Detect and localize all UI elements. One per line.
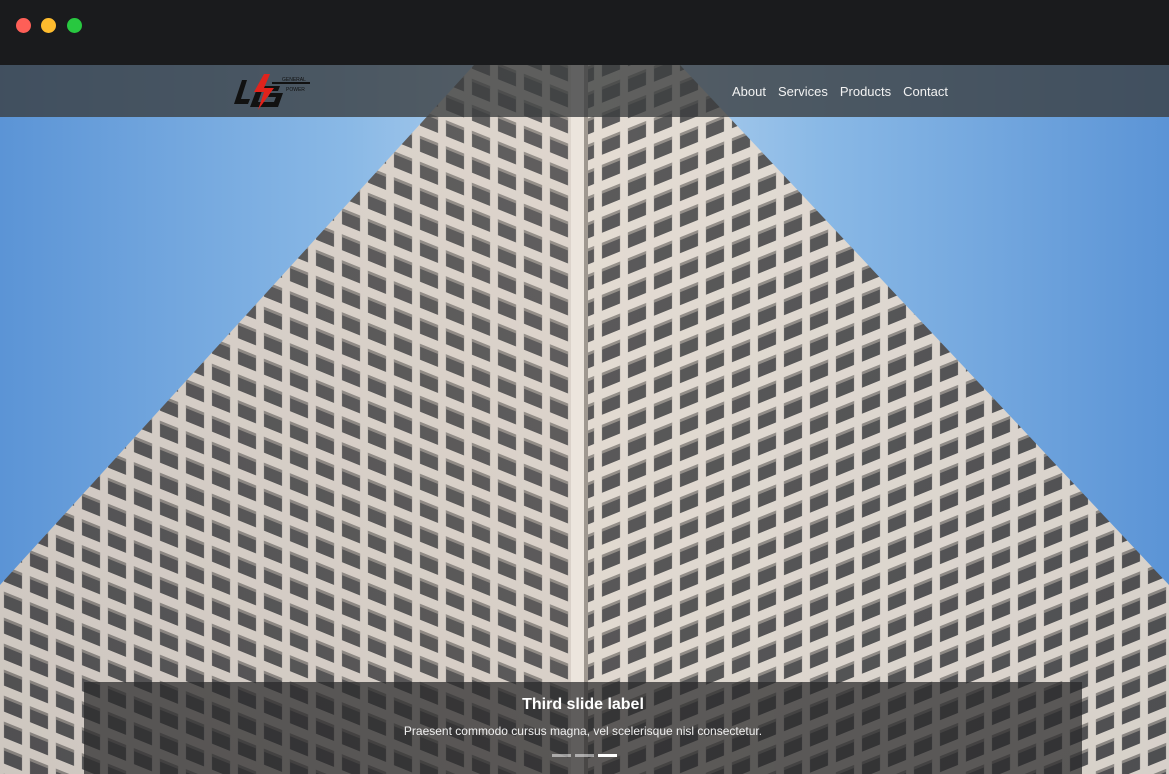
logo-text-power: POWER [286, 87, 305, 93]
nav-link-products[interactable]: Products [840, 84, 891, 99]
carousel-indicators [0, 754, 1169, 757]
slide-description: Praesent commodo cursus magna, vel scele… [403, 724, 763, 738]
hero-building-image [0, 65, 1169, 774]
nav-link-about[interactable]: About [732, 84, 766, 99]
nav-links: About Services Products Contact [732, 65, 960, 117]
slide-title: Third slide label [522, 696, 644, 713]
top-navbar: GENERAL POWER About Services Products Co… [0, 65, 1169, 117]
web-page: GENERAL POWER About Services Products Co… [0, 65, 1169, 774]
carousel-indicator-3[interactable] [598, 754, 617, 757]
nav-link-contact[interactable]: Contact [903, 84, 948, 99]
minimize-window-button[interactable] [41, 18, 56, 33]
logo-text-general: GENERAL [282, 77, 306, 83]
nav-link-services[interactable]: Services [778, 84, 828, 99]
carousel-indicator-1[interactable] [552, 754, 571, 757]
carousel-caption: Third slide label Praesent commodo cursu… [84, 682, 1082, 774]
maximize-window-button[interactable] [67, 18, 82, 33]
brand-logo[interactable]: GENERAL POWER [228, 72, 314, 112]
window-titlebar [0, 0, 1169, 65]
carousel-indicator-2[interactable] [575, 754, 594, 757]
close-window-button[interactable] [16, 18, 31, 33]
